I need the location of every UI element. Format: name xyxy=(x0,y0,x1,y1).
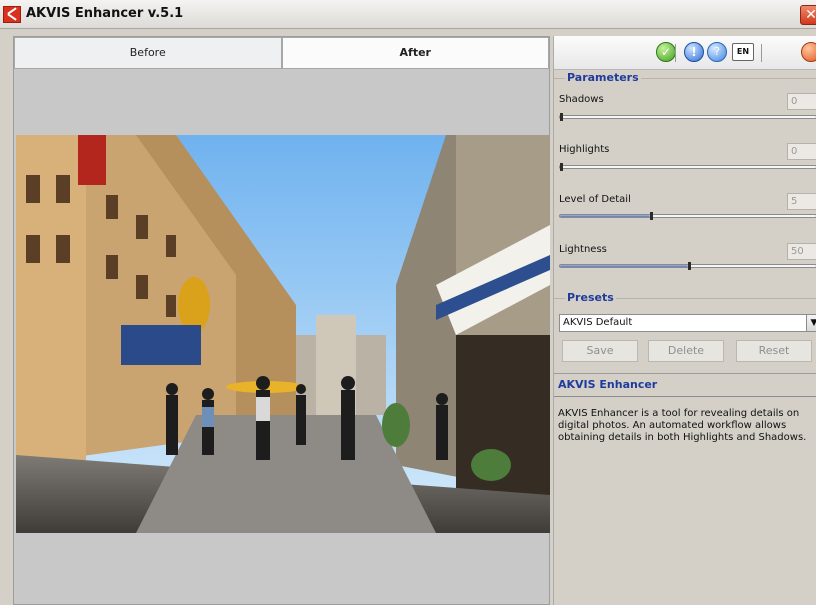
preset-dropdown[interactable]: AKVIS Default ▼ xyxy=(559,314,816,332)
toolbar-divider xyxy=(675,44,676,62)
reset-button[interactable]: Reset xyxy=(736,340,812,362)
highlights-value[interactable]: 0 xyxy=(787,143,816,160)
shadows-value[interactable]: 0 xyxy=(787,93,816,110)
info-divider xyxy=(554,396,816,397)
view-tabs: Before After xyxy=(14,37,549,69)
akvis-logo-icon xyxy=(3,6,21,23)
shadows-label: Shadows xyxy=(559,94,604,105)
toolbar-divider xyxy=(761,44,762,62)
chevron-down-icon[interactable]: ▼ xyxy=(806,315,816,331)
street-photo[interactable] xyxy=(16,135,550,533)
check-icon[interactable]: ✓ xyxy=(656,42,676,62)
slider-thumb[interactable] xyxy=(560,163,563,171)
title-bar: AKVIS Enhancer v.5.1 ✕ xyxy=(0,0,816,29)
preset-selected-value: AKVIS Default xyxy=(563,317,633,328)
info-panel: AKVIS Enhancer AKVIS Enhancer is a tool … xyxy=(554,373,816,605)
level-of-detail-slider[interactable] xyxy=(559,212,816,220)
parameters-title: Parameters xyxy=(565,71,641,84)
slider-thumb[interactable] xyxy=(560,113,563,121)
exit-icon[interactable] xyxy=(801,42,816,62)
help-icon[interactable]: ? xyxy=(707,42,727,62)
image-pane: Before After xyxy=(13,36,550,605)
level-of-detail-label: Level of Detail xyxy=(559,194,631,205)
slider-thumb[interactable] xyxy=(650,212,653,220)
toolbar: ✓ ! ? EN xyxy=(554,36,816,70)
slider-fill xyxy=(560,215,650,217)
slider-fill xyxy=(560,265,688,267)
info-icon[interactable]: ! xyxy=(684,42,704,62)
shadows-slider[interactable] xyxy=(559,113,816,121)
settings-panel: ✓ ! ? EN Parameters Shadows 0 Highlights… xyxy=(553,36,816,605)
level-of-detail-value[interactable]: 5 xyxy=(787,193,816,210)
tab-before[interactable]: Before xyxy=(14,37,282,69)
photo-illustration xyxy=(16,135,550,533)
lightness-slider[interactable] xyxy=(559,262,816,270)
highlights-label: Highlights xyxy=(559,144,610,155)
lightness-value[interactable]: 50 xyxy=(787,243,816,260)
highlights-slider[interactable] xyxy=(559,163,816,171)
window-title: AKVIS Enhancer v.5.1 xyxy=(26,6,184,21)
delete-button[interactable]: Delete xyxy=(648,340,724,362)
info-title: AKVIS Enhancer xyxy=(558,378,658,391)
save-button[interactable]: Save xyxy=(562,340,638,362)
presets-title: Presets xyxy=(565,291,616,304)
lightness-label: Lightness xyxy=(559,244,607,255)
close-button[interactable]: ✕ xyxy=(800,5,816,25)
slider-thumb[interactable] xyxy=(688,262,691,270)
info-description: AKVIS Enhancer is a tool for revealing d… xyxy=(558,408,807,443)
language-button[interactable]: EN xyxy=(732,43,754,61)
tab-after[interactable]: After xyxy=(281,37,549,69)
